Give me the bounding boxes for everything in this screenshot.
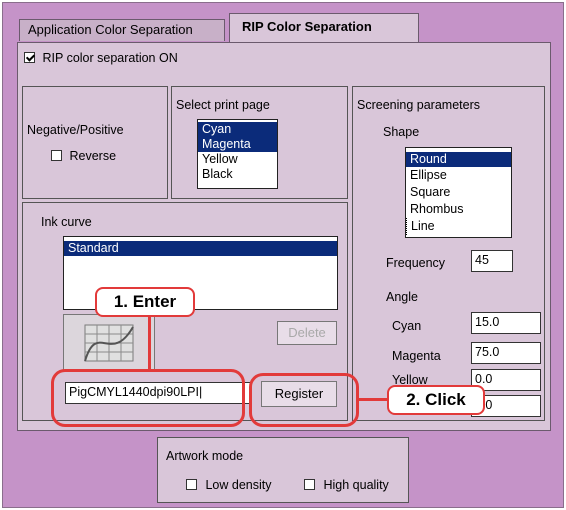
screening-group: Screening parameters Shape Round Ellipse… — [352, 86, 545, 421]
frequency-input[interactable]: 45 — [471, 250, 513, 272]
dialog-frame: Application Color Separation RIP Color S… — [2, 2, 564, 508]
click-connector-line — [359, 398, 389, 401]
angle-cyan-input[interactable]: 15.0 — [471, 312, 541, 334]
reverse-row[interactable]: Reverse — [51, 149, 116, 163]
low-density-label: Low density — [205, 478, 272, 492]
negpos-group: Negative/Positive Reverse — [22, 86, 168, 199]
reverse-label: Reverse — [69, 149, 117, 163]
high-quality-label: High quality — [323, 478, 389, 492]
list-item-ellipse[interactable]: Ellipse — [406, 167, 511, 184]
enter-highlight-ring — [51, 369, 245, 427]
screening-title: Screening parameters — [357, 98, 480, 112]
enter-connector-line — [148, 313, 151, 371]
negpos-title: Negative/Positive — [27, 123, 124, 137]
list-item-magenta[interactable]: Magenta — [198, 137, 277, 152]
tab-application-color-separation[interactable]: Application Color Separation — [19, 19, 225, 41]
rip-checkbox-label: RIP color separation ON — [42, 51, 178, 65]
print-page-title: Select print page — [176, 98, 270, 112]
click-callout: 2. Click — [387, 385, 485, 415]
list-item-round[interactable]: Round — [406, 152, 511, 167]
angle-magenta-label: Magenta — [392, 349, 441, 363]
low-density-row[interactable]: Low density — [186, 478, 272, 492]
list-item-square[interactable]: Square — [406, 184, 511, 201]
angle-label: Angle — [386, 290, 418, 304]
click-highlight-ring — [249, 373, 359, 427]
high-quality-row[interactable]: High quality — [304, 478, 389, 492]
list-item-cyan[interactable]: Cyan — [198, 122, 277, 137]
print-page-group: Select print page Cyan Magenta Yellow Bl… — [171, 86, 348, 199]
reverse-checkbox[interactable] — [51, 150, 62, 161]
artwork-group: Artwork mode Low density High quality — [157, 437, 409, 503]
list-item-rhombus[interactable]: Rhombus — [406, 201, 511, 218]
low-density-checkbox[interactable] — [186, 479, 197, 490]
enter-callout: 1. Enter — [95, 287, 195, 317]
rip-checkbox[interactable] — [24, 52, 35, 63]
curve-graph-icon — [84, 324, 134, 362]
shape-label: Shape — [383, 125, 420, 139]
curve-editor-button[interactable] — [63, 314, 155, 372]
artwork-title: Artwork mode — [166, 449, 244, 463]
angle-cyan-label: Cyan — [392, 319, 422, 333]
list-item-standard[interactable]: Standard — [64, 241, 337, 256]
frequency-label: Frequency — [386, 256, 446, 270]
list-item-line[interactable]: Line — [406, 218, 511, 235]
shape-list[interactable]: Round Ellipse Square Rhombus Line — [405, 147, 512, 238]
angle-magenta-input[interactable]: 75.0 — [471, 342, 541, 364]
rip-checkbox-row[interactable]: RIP color separation ON — [24, 51, 178, 65]
list-item-yellow[interactable]: Yellow — [198, 152, 277, 167]
high-quality-checkbox[interactable] — [304, 479, 315, 490]
list-item-black[interactable]: Black — [198, 167, 277, 182]
ink-curve-title: Ink curve — [41, 215, 92, 229]
print-page-list[interactable]: Cyan Magenta Yellow Black — [197, 119, 278, 189]
delete-button[interactable]: Delete — [277, 321, 337, 345]
tab-rip-color-separation[interactable]: RIP Color Separation — [229, 13, 419, 43]
